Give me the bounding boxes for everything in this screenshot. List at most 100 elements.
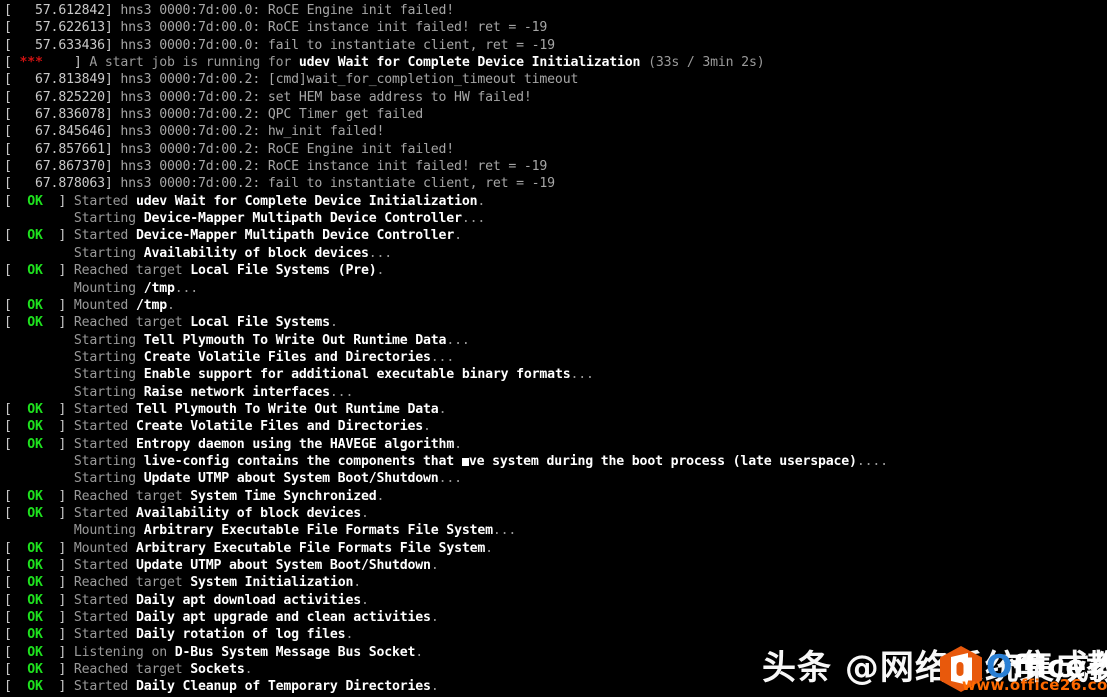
kernel-timestamp: [ 57.633436] [4, 37, 113, 53]
console-line-progress: Starting Device-Mapper Multipath Device … [4, 210, 1107, 227]
bracket-close: ] [42, 558, 74, 573]
bracket-open: [ [4, 436, 28, 452]
console-line-ok: [ OK ] Started Update UTMP about System … [4, 557, 1107, 574]
kernel-message: hns3 0000:7d:00.0: RoCE instance init fa… [112, 20, 548, 36]
status-ok-badge: OK [27, 610, 43, 626]
unit-tail: . [423, 419, 431, 435]
unit-tail: . [415, 644, 424, 660]
unit-name: Update UTMP about System Boot/Shutdown [143, 471, 439, 487]
unit-tail: . [430, 610, 439, 626]
kernel-timestamp: [ 57.622613] [4, 20, 113, 36]
status-verb: Started [73, 401, 136, 417]
bracket-open: [ [4, 679, 28, 695]
console-line-kernel: [ 67.878063] hns3 0000:7d:00.2: fail to … [4, 175, 1107, 192]
console-line-kernel: [ 67.857661] hns3 0000:7d:00.2: RoCE Eng… [4, 141, 1107, 158]
kernel-timestamp: [ 67.836078] [4, 107, 113, 123]
bracket-close: ] [42, 662, 74, 678]
bracket-close: ] [42, 575, 74, 591]
unit-name: udev Wait for Complete Device Initializa… [298, 55, 641, 71]
kernel-message: hns3 0000:7d:00.2: QPC Timer get failed [112, 107, 424, 123]
bracket-open: [ [4, 540, 28, 556]
status-ok-badge: OK [27, 401, 43, 417]
kernel-timestamp: [ 67.878063] [4, 176, 113, 192]
bracket-close: ] [42, 228, 74, 244]
console-line-kernel: [ 67.867370] hns3 0000:7d:00.2: RoCE ins… [4, 158, 1107, 175]
status-verb: Started [73, 436, 136, 452]
status-ok-badge: OK [27, 228, 43, 244]
console-line-progress: Starting Availability of block devices..… [4, 245, 1107, 262]
status-ok-badge: OK [27, 592, 43, 608]
console-line-progress: Starting Tell Plymouth To Write Out Runt… [4, 332, 1107, 349]
unit-name: Enable support for additional executable… [143, 367, 571, 383]
boot-console: [ 57.612842] hns3 0000:7d:00.0: RoCE Eng… [0, 0, 1107, 697]
unit-tail: ... [492, 523, 517, 539]
console-line-progress: Starting Create Volatile Files and Direc… [4, 349, 1107, 366]
status-verb: Mounted [73, 540, 136, 556]
console-line-kernel: [ 67.836078] hns3 0000:7d:00.2: QPC Time… [4, 106, 1107, 123]
unit-tail: . [360, 592, 369, 608]
corrupt-glyph [461, 457, 469, 466]
status-ok-badge: OK [27, 488, 43, 504]
unit-tail: . [430, 679, 439, 695]
kernel-message: hns3 0000:7d:00.2: hw_init failed! [112, 124, 385, 140]
unit-tail: ... [174, 280, 199, 296]
status-ok-badge: OK [27, 263, 43, 279]
status-verb: Started [73, 610, 136, 626]
unit-tail: .... [856, 453, 888, 469]
console-line-start-job: [ *** ] A start job is running for udev … [4, 54, 1107, 71]
unit-tail: ... [430, 349, 455, 365]
bracket-close: ] [42, 263, 74, 279]
unit-name: Arbitrary Executable File Formats File S… [135, 540, 486, 556]
status-verb: Started [73, 592, 136, 608]
kernel-timestamp: [ 67.857661] [4, 141, 113, 157]
unit-name: Raise network interfaces [143, 384, 330, 400]
console-line-progress: Mounting Arbitrary Executable File Forma… [4, 522, 1107, 539]
unit-tail: ... [368, 245, 392, 261]
bracket-open: [ [4, 627, 28, 643]
unit-name: Daily apt download activities [135, 592, 361, 608]
status-ok-badge: OK [27, 505, 43, 521]
bracket-open: [ [4, 297, 28, 313]
kernel-timestamp: [ 67.813849] [4, 72, 113, 88]
console-line-kernel: [ 67.845646] hns3 0000:7d:00.2: hw_init … [4, 123, 1107, 140]
console-line-ok: [ OK ] Started Daily apt download activi… [4, 592, 1107, 609]
status-verb: Starting [73, 349, 144, 365]
unit-tail: . [353, 575, 361, 591]
unit-name: Local File Systems [190, 315, 330, 331]
status-verb: Started [73, 558, 136, 573]
console-line-kernel: [ 57.622613] hns3 0000:7d:00.0: RoCE ins… [4, 19, 1107, 36]
unit-tail: . [454, 228, 462, 244]
unit-name: /tmp [135, 297, 167, 313]
bracket-open: [ [4, 575, 28, 591]
unit-tail: . [166, 297, 175, 313]
unit-tail: . [430, 558, 439, 573]
bracket-open: [ [4, 315, 28, 331]
unit-name: D-Bus System Message Bus Socket [174, 644, 416, 660]
kernel-message: hns3 0000:7d:00.0: RoCE Engine init fail… [112, 3, 455, 18]
console-line-kernel: [ 57.612842] hns3 0000:7d:00.0: RoCE Eng… [4, 2, 1107, 19]
bracket-close: ] [42, 436, 74, 452]
console-line-progress: Mounting /tmp... [4, 280, 1107, 297]
unit-tail: ... [329, 384, 354, 400]
bracket-close: ] [42, 505, 74, 521]
status-verb: Mounted [73, 297, 136, 313]
status-verb: A start job is running for [89, 55, 299, 71]
unit-name: Device-Mapper Multipath Device Controlle… [135, 228, 455, 244]
console-line-ok: [ OK ] Started Create Volatile Files and… [4, 418, 1107, 435]
kernel-timestamp: [ 67.845646] [4, 124, 113, 140]
console-line-kernel: [ 57.633436] hns3 0000:7d:00.0: fail to … [4, 37, 1107, 54]
unit-name: Entropy daemon using the HAVEGE algorith… [135, 436, 455, 452]
status-verb: Started [73, 419, 136, 435]
status-verb: Reached target [73, 263, 191, 279]
kernel-message: hns3 0000:7d:00.2: [cmd]wait_for_complet… [112, 72, 579, 88]
bracket-close: ] [42, 55, 90, 71]
office-url-watermark: www.office26.com [962, 676, 1107, 694]
status-ok-badge: OK [27, 436, 43, 452]
unit-name: System Time Synchronized [190, 488, 377, 504]
unit-name: Update UTMP about System Boot/Shutdown [135, 558, 431, 573]
kernel-message: hns3 0000:7d:00.2: set HEM base address … [112, 89, 532, 105]
